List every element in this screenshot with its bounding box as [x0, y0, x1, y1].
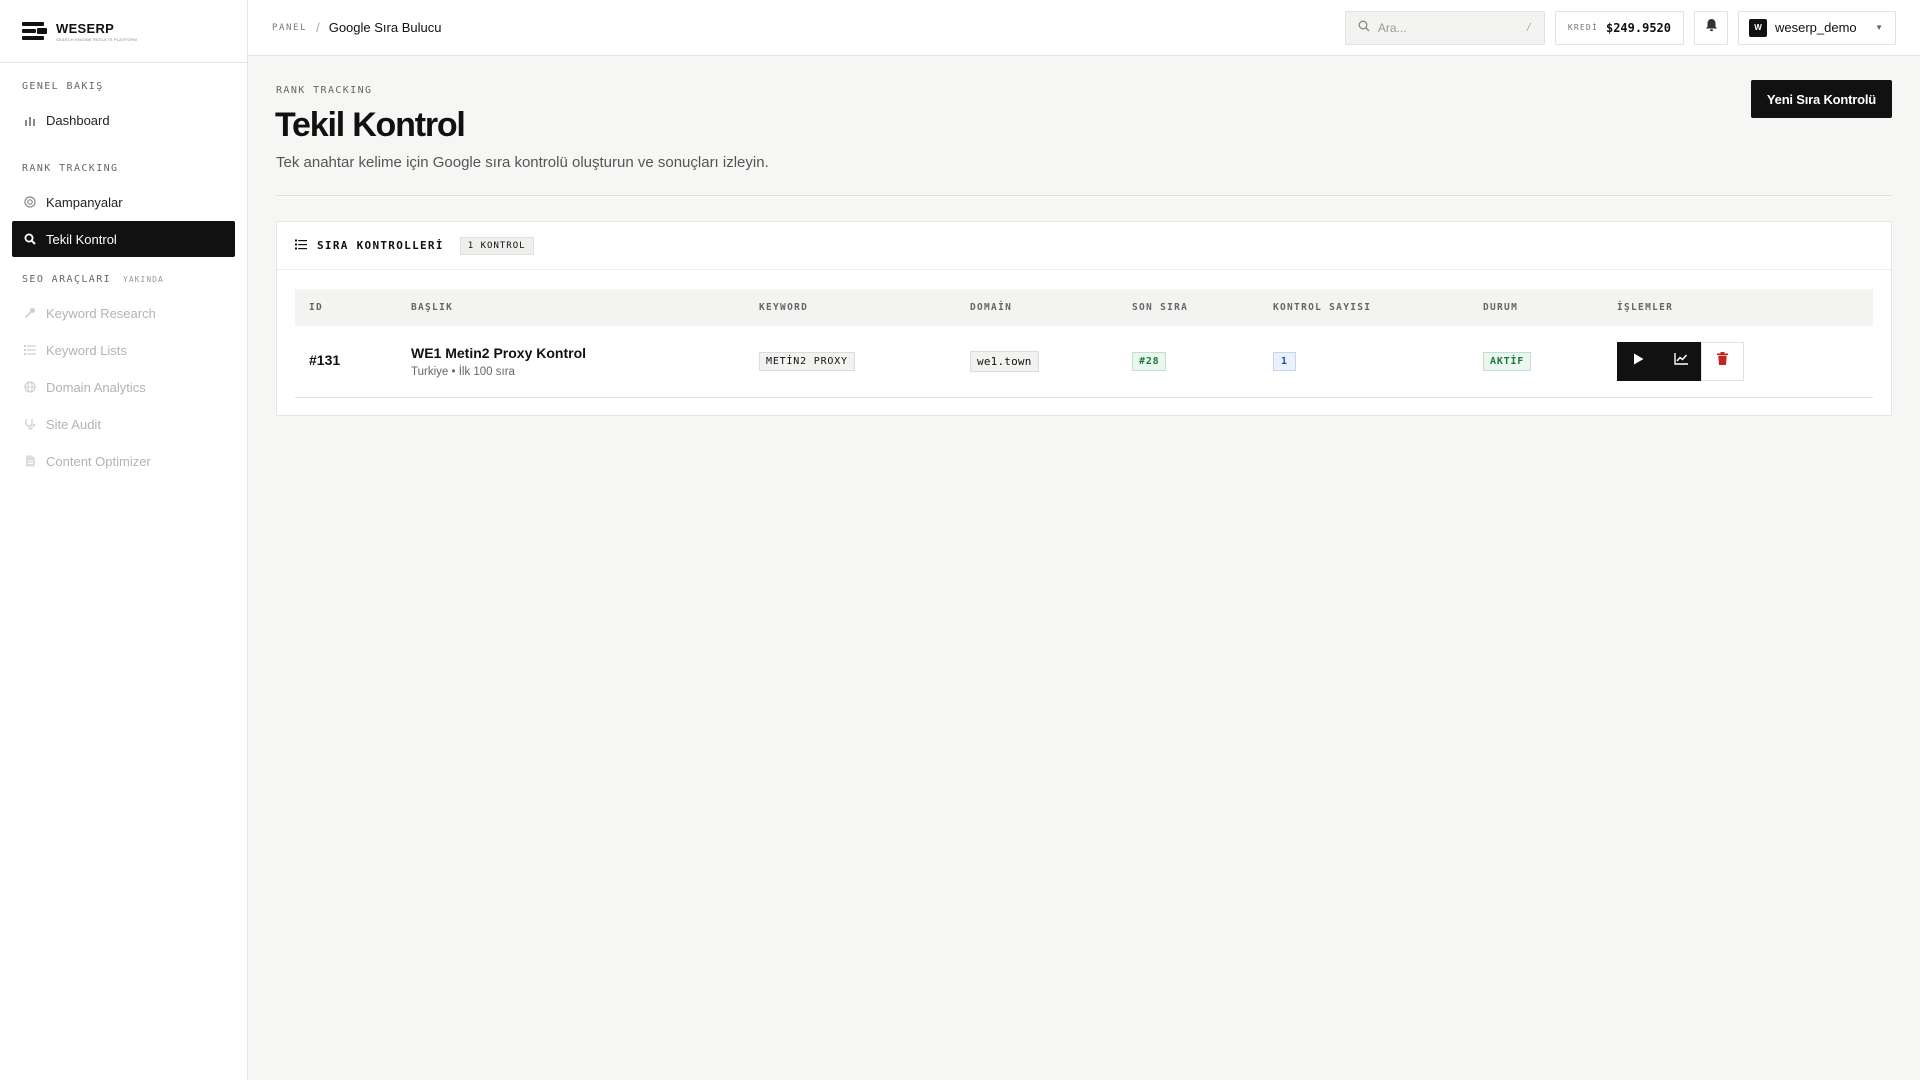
breadcrumb-current: Google Sıra Bulucu: [328, 20, 442, 35]
top-bar: PANEL / Google Sıra Bulucu / KREDİ $249.…: [248, 0, 1920, 56]
search-input[interactable]: [1377, 20, 1518, 35]
user-menu[interactable]: W weserp_demo ▼: [1738, 10, 1896, 45]
bar-chart-icon: [24, 114, 36, 126]
breadcrumb: PANEL / Google Sıra Bulucu: [272, 20, 441, 35]
brand-name: WESERP: [56, 20, 115, 36]
username: weserp_demo: [1775, 20, 1857, 35]
credit-value: $249.9520: [1605, 20, 1671, 35]
credit-balance: KREDİ $249.9520: [1554, 10, 1684, 45]
card-header: SIRA KONTROLLERİ 1 KONTROL: [277, 222, 1891, 270]
sidebar-item-label: Kampanyalar: [46, 194, 123, 210]
table-header-row: ID BAŞLIK KEYWORD DOMAİN SON SIRA KONTRO…: [295, 289, 1873, 326]
credit-label: KREDİ: [1567, 23, 1598, 32]
last-rank-badge: #28: [1132, 352, 1167, 372]
sidebar-item-keyword-research: Keyword Research: [12, 295, 235, 331]
run-check-button[interactable]: [1617, 341, 1660, 381]
play-icon: [1633, 352, 1644, 370]
domain-tag: we1.town: [970, 350, 1039, 372]
trash-icon: [1717, 352, 1728, 370]
notifications-button[interactable]: [1694, 10, 1728, 45]
target-icon: [24, 196, 36, 208]
page-title: Tekil Kontrol: [275, 106, 466, 144]
status-badge: AKTİF: [1483, 352, 1532, 372]
sidebar-item-label: Tekil Kontrol: [46, 231, 117, 247]
row-actions: [1617, 341, 1859, 381]
column-header-last-rank: SON SIRA: [1132, 302, 1189, 313]
delete-button[interactable]: [1701, 341, 1744, 381]
breadcrumb-separator: /: [316, 20, 320, 35]
breadcrumb-root-link[interactable]: PANEL: [272, 23, 307, 33]
brand-tagline: SEARCH ENGINE RESULTS PLATFORM: [56, 36, 137, 42]
stethoscope-icon: [24, 418, 36, 430]
chevron-down-icon: ▼: [1875, 23, 1883, 32]
rank-checks-card: SIRA KONTROLLERİ 1 KONTROL ID BAŞLIK KEY…: [276, 221, 1892, 416]
column-header-domain: DOMAİN: [970, 302, 1013, 313]
nav-section-overview: GENEL BAKIŞ: [22, 81, 104, 92]
search-shortcut-hint: /: [1525, 22, 1532, 33]
nav-section-rank-tracking: RANK TRACKING: [22, 163, 119, 174]
sidebar-item-label: Dashboard: [46, 112, 110, 128]
column-header-check-count: KONTROL SAYISI: [1273, 302, 1372, 313]
keyword-tag: METİN2 PROXY: [759, 352, 855, 372]
rank-checks-table: ID BAŞLIK KEYWORD DOMAİN SON SIRA KONTRO…: [295, 289, 1873, 398]
globe-icon: [24, 381, 36, 393]
sidebar-item-keyword-lists: Keyword Lists: [12, 332, 235, 368]
sidebar-item-tekil-kontrol[interactable]: Tekil Kontrol: [12, 221, 235, 257]
header-divider: [276, 195, 1892, 196]
row-id: #131: [309, 352, 341, 369]
row-subtitle: Turkiye • İlk 100 sıra: [411, 365, 515, 378]
sidebar-item-dashboard[interactable]: Dashboard: [12, 102, 235, 138]
sidebar-item-site-audit: Site Audit: [12, 406, 235, 442]
page-eyebrow: RANK TRACKING: [276, 85, 373, 96]
count-badge: 1 KONTROL: [459, 236, 534, 255]
sidebar-item-domain-analytics: Domain Analytics: [12, 369, 235, 405]
column-header-actions: İŞLEMLER: [1617, 302, 1674, 313]
search-icon: [24, 233, 36, 245]
search-icon: [1358, 19, 1370, 37]
list-icon: [24, 344, 36, 356]
sidebar-item-label: Keyword Research: [46, 305, 156, 321]
check-count-badge: 1: [1273, 352, 1296, 372]
list-icon: [295, 239, 307, 253]
sidebar-item-label: Domain Analytics: [46, 379, 146, 395]
row-title: WE1 Metin2 Proxy Kontrol: [411, 344, 587, 361]
sidebar-item-label: Site Audit: [46, 416, 101, 432]
avatar: W: [1749, 18, 1767, 37]
brand-logo[interactable]: WESERP SEARCH ENGINE RESULTS PLATFORM: [0, 0, 247, 63]
column-header-keyword: KEYWORD: [759, 302, 809, 313]
new-rank-check-button[interactable]: Yeni Sıra Kontrolü: [1750, 80, 1892, 118]
main-content: RANK TRACKING Tekil Kontrol Tek anahtar …: [248, 56, 1920, 1080]
bell-icon: [1705, 18, 1718, 37]
view-chart-button[interactable]: [1659, 341, 1702, 381]
logo-icon: [22, 21, 48, 41]
column-header-id: ID: [309, 302, 324, 313]
line-chart-icon: [1673, 352, 1688, 370]
sidebar-nav: GENEL BAKIŞ Dashboard RANK TRACKING Kamp…: [0, 63, 247, 479]
table-row: #131 WE1 Metin2 Proxy Kontrol Turkiye • …: [295, 326, 1873, 397]
document-icon: [24, 455, 36, 467]
sidebar-item-kampanyalar[interactable]: Kampanyalar: [12, 184, 235, 220]
nav-section-seo-tools: SEO ARAÇLARI YAKINDA: [22, 274, 164, 285]
sidebar-item-label: Content Optimizer: [46, 453, 151, 469]
card-title: SIRA KONTROLLERİ: [317, 239, 444, 252]
coming-soon-badge: YAKINDA: [123, 275, 164, 284]
column-header-title: BAŞLIK: [411, 302, 454, 313]
search-box[interactable]: /: [1344, 10, 1545, 45]
sidebar: WESERP SEARCH ENGINE RESULTS PLATFORM GE…: [0, 0, 248, 1080]
sidebar-item-content-optimizer: Content Optimizer: [12, 443, 235, 479]
key-icon: [24, 307, 36, 319]
page-description: Tek anahtar kelime için Google sıra kont…: [276, 154, 769, 171]
column-header-status: DURUM: [1483, 302, 1519, 313]
sidebar-item-label: Keyword Lists: [46, 342, 127, 358]
